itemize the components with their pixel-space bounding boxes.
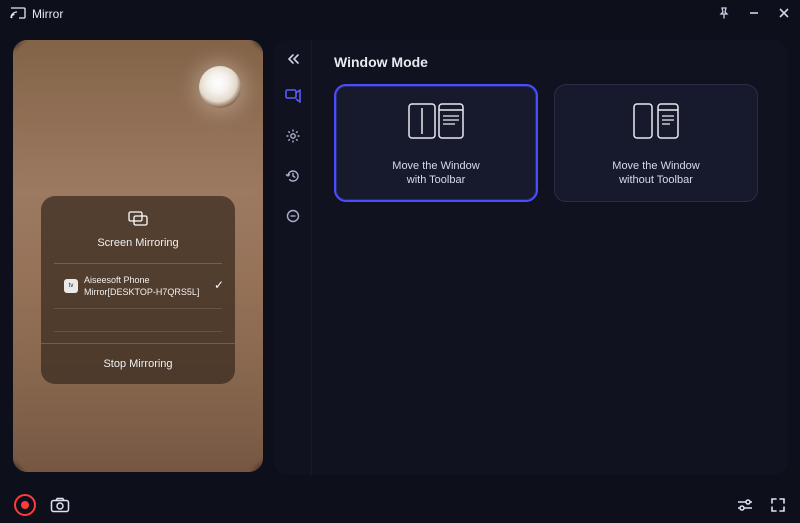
minimize-icon[interactable] [748,7,760,22]
mirroring-title: Screen Mirroring [97,237,178,249]
app-title: Mirror [32,7,63,21]
record-button[interactable] [14,494,36,516]
phone-preview-panel: Screen Mirroring tv Aiseesoft Phone Mirr… [12,40,264,475]
lamp-glow [199,66,241,108]
window-controls [718,7,790,22]
check-icon: ✓ [214,278,224,292]
stop-mirroring-label: Stop Mirroring [103,358,172,370]
appletv-icon: tv [64,279,78,293]
gear-icon[interactable] [280,123,306,149]
side-nav [274,40,312,475]
card-label: Move the Window without Toolbar [612,159,699,187]
card-without-toolbar[interactable]: Move the Window without Toolbar [554,84,758,202]
card-label: Move the Window with Toolbar [392,159,479,187]
settings-toggle-icon[interactable] [736,498,754,512]
mirroring-icon [126,210,150,233]
phone-screen: Screen Mirroring tv Aiseesoft Phone Mirr… [13,40,263,472]
card-with-toolbar[interactable]: Move the Window with Toolbar [334,84,538,202]
screen-mirroring-card: Screen Mirroring tv Aiseesoft Phone Mirr… [41,196,235,384]
panel-heading: Window Mode [334,54,766,70]
window-mode-cards: Move the Window with Toolbar [334,84,766,202]
window-with-toolbar-icon [405,100,467,147]
bottom-right [736,497,786,513]
titlebar: Mirror [0,0,800,28]
nav-window-mode-icon[interactable] [280,83,306,109]
window-mode-area: Window Mode [312,40,788,475]
minus-circle-icon[interactable] [280,203,306,229]
bottom-bar [0,487,800,523]
pin-icon[interactable] [718,7,730,22]
device-row[interactable]: tv Aiseesoft Phone Mirror[DESKTOP-H7QRS5… [54,264,222,308]
device-name: Aiseesoft Phone Mirror[DESKTOP-H7QRS5L] [84,274,212,298]
fullscreen-icon[interactable] [770,497,786,513]
screenshot-icon[interactable] [50,497,70,513]
bottom-left [14,494,70,516]
titlebar-left: Mirror [10,7,63,22]
cast-icon [10,7,26,22]
settings-panel: Window Mode [274,40,788,475]
content: Screen Mirroring tv Aiseesoft Phone Mirr… [0,28,800,487]
collapse-icon[interactable] [286,52,300,69]
stop-mirroring-button[interactable]: Stop Mirroring [41,343,235,384]
close-icon[interactable] [778,7,790,22]
window-without-toolbar-icon [628,100,684,147]
divider [54,308,222,309]
history-icon[interactable] [280,163,306,189]
divider [54,331,222,332]
